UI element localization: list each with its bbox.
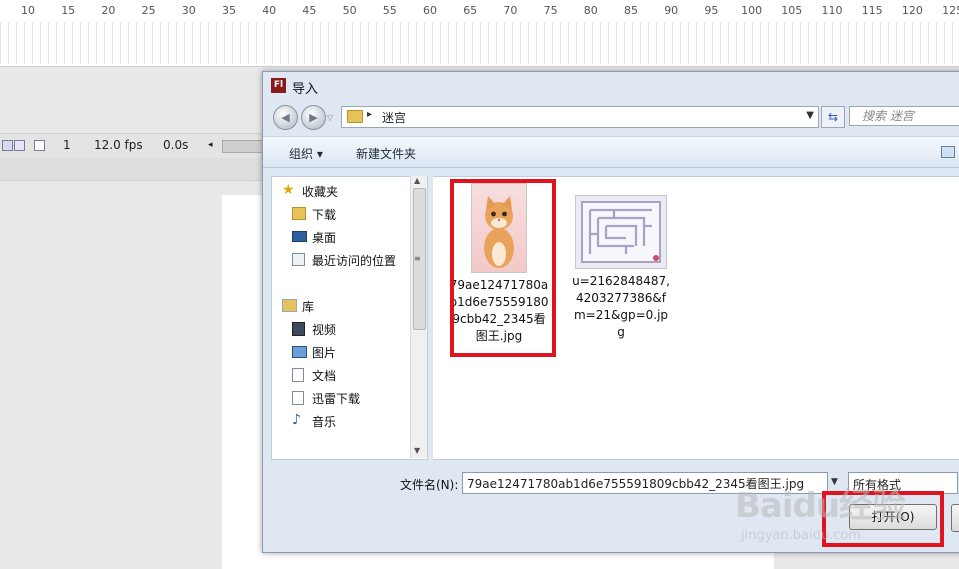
elapsed-time: 0.0s: [163, 138, 189, 152]
timeline-ruler: 10 15 20 25 30 35 40 45 50 55 60 65 70 75 80 85 90 95 100 1…: [0, 0, 959, 67]
ruler-number: 35: [222, 4, 236, 17]
pictures-icon: [292, 346, 307, 358]
ruler-number: 110: [821, 4, 843, 17]
scroll-grip-icon: ≡: [414, 254, 421, 263]
ruler-number: 75: [543, 4, 558, 17]
flash-app-icon: Fl: [271, 78, 286, 93]
ruler-number: 60: [423, 4, 437, 17]
recent-pages-chevron-icon[interactable]: ▽: [327, 113, 333, 122]
search-input[interactable]: 搜索 迷宫: [849, 106, 959, 126]
ruler-numbers: 10 15 20 25 30 35 40 45 50 55 60 65 70 75 80 85 90 95 100 1…: [0, 4, 959, 20]
downloads-folder-icon: [292, 207, 306, 220]
dialog-titlebar[interactable]: Fl 导入: [263, 72, 959, 100]
ruler-number: 95: [704, 4, 719, 17]
library-icon: [282, 299, 297, 312]
ruler-number: 115: [861, 4, 883, 17]
breadcrumb-current[interactable]: 迷宫: [382, 109, 406, 126]
timeline-scrollbar[interactable]: [222, 140, 264, 153]
ruler-number: 40: [262, 4, 277, 17]
music-note-icon: ♪: [292, 412, 301, 428]
ruler-number: 10: [21, 4, 35, 17]
address-dropdown-icon[interactable]: ▼: [806, 110, 814, 121]
ruler-number: 85: [624, 4, 638, 17]
desktop-icon: [292, 231, 307, 242]
ruler-number: 20: [101, 4, 116, 17]
ruler-number: 30: [181, 4, 196, 17]
cancel-button[interactable]: [951, 504, 959, 532]
ruler-number: 90: [664, 4, 679, 17]
scroll-left-icon[interactable]: ◂: [208, 140, 213, 150]
filename-label: 文件名(N):: [400, 478, 459, 492]
folder-icon: [347, 110, 363, 123]
timeline-status-bar: 1 12.0 fps 0.0s ◂: [0, 133, 264, 159]
star-icon: ★: [282, 182, 295, 198]
video-icon: [292, 322, 305, 336]
frame-rate: 12.0 fps: [94, 138, 143, 152]
scroll-down-icon[interactable]: ▼: [414, 446, 420, 455]
refresh-icon[interactable]: ⇆: [821, 106, 845, 128]
ruler-number: 105: [781, 4, 803, 17]
address-bar[interactable]: ▸ 迷宫 ▼: [341, 106, 819, 128]
ruler-number: 45: [302, 4, 317, 17]
ruler-number: 80: [583, 4, 598, 17]
dialog-title: 导入: [292, 82, 319, 97]
ruler-number: 100: [741, 4, 763, 17]
filename-input[interactable]: 79ae12471780ab1d6e755591809cbb42_2345看图王…: [462, 472, 828, 494]
forward-arrow-icon[interactable]: ▶: [301, 105, 326, 130]
file-name: u=2162848487, 4203277386&f m=21&gp=0.jp …: [572, 274, 670, 339]
ruler-number: 70: [503, 4, 518, 17]
new-folder-button[interactable]: 新建文件夹: [356, 145, 416, 162]
view-options-icon[interactable]: [941, 146, 955, 158]
ruler-number: 15: [61, 4, 76, 17]
scroll-up-icon[interactable]: ▲: [414, 176, 420, 185]
ruler-number: 120: [901, 4, 923, 17]
breadcrumb-arrow-icon[interactable]: ▸: [367, 109, 372, 120]
back-arrow-icon[interactable]: ◀: [273, 105, 298, 130]
thunder-folder-icon: [292, 391, 304, 405]
navigation-pane: ★ 收藏夹 下载 桌面 最近访问的位置 库 视频 图片 文档 迅雷下载 ♪ 音乐: [271, 176, 428, 460]
file-item-maze[interactable]: u=2162848487, 4203277386&f m=21&gp=0.jp …: [569, 195, 673, 341]
onion-outline-icon[interactable]: [14, 140, 25, 151]
ruler-number: 25: [141, 4, 156, 17]
nav-pane-scrollbar[interactable]: ▲ ≡ ▼: [410, 176, 427, 458]
file-list: 79ae12471780a b1d6e75559180 9cbb42_2345看…: [433, 176, 959, 460]
ruler-number: 55: [382, 4, 397, 17]
edit-frames-icon[interactable]: [34, 140, 45, 151]
navigation-bar: ◀ ▶ ▽ ▸ 迷宫 ▼ ⇆ 搜索 迷宫: [263, 102, 959, 132]
ruler-number: 125: [942, 4, 959, 17]
ruler-number: 65: [463, 4, 478, 17]
highlight-box-file: [450, 179, 556, 357]
maze-thumbnail: [575, 195, 667, 269]
timeline-layers: [0, 158, 262, 181]
dialog-toolbar: 组织 ▾ 新建文件夹: [263, 136, 959, 168]
documents-icon: [292, 368, 304, 382]
filename-dropdown-icon[interactable]: ▼: [831, 477, 838, 487]
recent-places-icon: [292, 253, 305, 266]
ruler-ticks: [0, 22, 959, 64]
maze-icon: [581, 201, 661, 263]
ruler-number: 50: [342, 4, 357, 17]
onion-skin-icon[interactable]: [2, 140, 13, 151]
current-frame: 1: [63, 138, 71, 152]
highlight-box-open-button: [822, 491, 944, 547]
organize-button[interactable]: 组织 ▾: [289, 145, 323, 162]
import-dialog: Fl 导入 ◀ ▶ ▽ ▸ 迷宫 ▼ ⇆ 搜索 迷宫 组织 ▾ 新建文件夹 ★ …: [262, 71, 959, 553]
